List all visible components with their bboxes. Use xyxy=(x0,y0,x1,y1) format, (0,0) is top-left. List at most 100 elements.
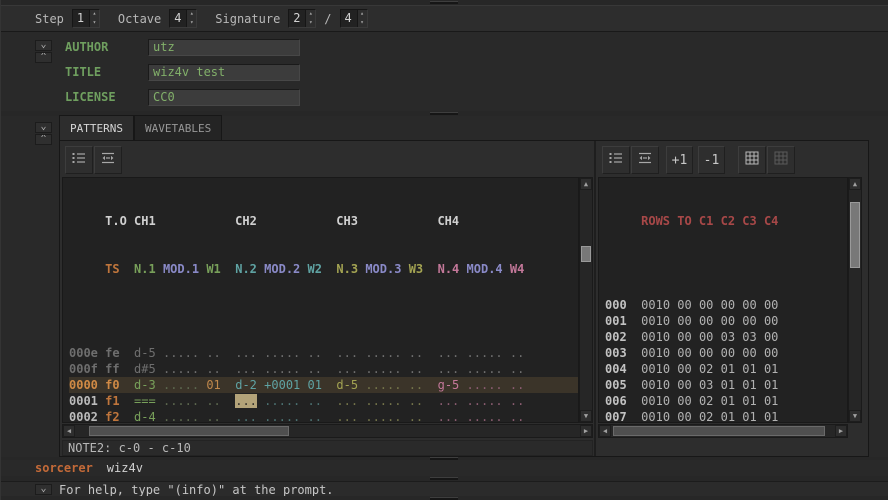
pattern-cell[interactable]: ... xyxy=(336,362,358,376)
pattern-cell[interactable]: d-3 xyxy=(134,378,156,392)
sequence-list-view-button[interactable] xyxy=(602,146,630,174)
pattern-cell[interactable]: d-2 xyxy=(235,378,257,392)
pattern-cell[interactable]: ... xyxy=(336,346,358,360)
pattern-cell[interactable]: g-5 xyxy=(438,378,460,392)
pattern-cell[interactable]: .. xyxy=(510,394,524,408)
sash-grip[interactable] xyxy=(430,477,458,480)
row-number[interactable]: 0002 xyxy=(69,410,98,422)
signature-numerator-spinbox[interactable]: 2 ▴ ▾ xyxy=(288,9,317,28)
row-number[interactable]: 0000 xyxy=(69,378,98,392)
octave-value[interactable]: 4 xyxy=(170,10,186,27)
scroll-up-icon[interactable]: ▲ xyxy=(849,178,861,190)
pattern-cell[interactable]: .. xyxy=(206,410,220,422)
pattern-vscrollbar[interactable]: ▲ ▼ xyxy=(579,177,593,423)
sequence-add-row-button[interactable]: +1 xyxy=(666,146,693,174)
tab-wavetables[interactable]: WAVETABLES xyxy=(133,115,223,141)
scrollbar-track[interactable] xyxy=(849,190,861,410)
sequence-matrix-view-disabled-button[interactable] xyxy=(767,146,795,174)
pattern-cell[interactable]: .. xyxy=(308,394,322,408)
sequence-row[interactable]: 002 0010 00 00 03 03 00 xyxy=(605,329,847,345)
octave-spinbox[interactable]: 4 ▴ ▾ xyxy=(169,9,198,28)
sash-grip[interactable] xyxy=(430,112,458,115)
pattern-cell[interactable]: .. xyxy=(510,362,524,376)
signature-denominator-spinbox[interactable]: 4 ▴ ▾ xyxy=(339,9,368,28)
signature-numerator-value[interactable]: 2 xyxy=(289,10,305,27)
sequence-row[interactable]: 006 0010 00 02 01 01 01 xyxy=(605,393,847,409)
pattern-cell[interactable]: d#5 xyxy=(134,362,156,376)
row-number[interactable]: 006 xyxy=(605,394,627,408)
pattern-cell[interactable]: .. xyxy=(409,378,423,392)
pattern-cell[interactable]: f1 xyxy=(105,394,119,408)
row-number[interactable]: 000f xyxy=(69,362,98,376)
pattern-cell[interactable]: ... xyxy=(235,394,257,408)
row-number[interactable]: 005 xyxy=(605,378,627,392)
pattern-cell[interactable]: ..... xyxy=(467,362,503,376)
pattern-row[interactable]: 0002 f2 d-4 ..... .. ... ..... .. ... ..… xyxy=(69,409,578,422)
pattern-cell[interactable]: .. xyxy=(308,410,322,422)
chevron-down-icon[interactable]: ⌄ xyxy=(35,484,52,495)
spinner-up-icon[interactable]: ▴ xyxy=(187,10,197,19)
pattern-cell[interactable]: ..... xyxy=(264,362,300,376)
pattern-cell[interactable]: d-5 xyxy=(134,346,156,360)
pattern-cell[interactable]: ... xyxy=(336,410,358,422)
sequence-matrix-view-button[interactable] xyxy=(738,146,766,174)
pattern-cell[interactable]: 01 xyxy=(308,378,322,392)
pattern-cell[interactable]: ... xyxy=(438,410,460,422)
spinner-up-icon[interactable]: ▴ xyxy=(89,10,99,19)
pattern-cell[interactable]: +0001 xyxy=(264,378,300,392)
pattern-cell[interactable]: ..... xyxy=(264,346,300,360)
pattern-cell[interactable]: ... xyxy=(235,410,257,422)
console-panel[interactable]: ⌄ For help, type "(info)" at the prompt. xyxy=(1,481,888,497)
pattern-cell[interactable]: .. xyxy=(409,410,423,422)
pattern-cell[interactable]: .. xyxy=(510,410,524,422)
pattern-cell[interactable]: ..... xyxy=(365,362,401,376)
pattern-cell[interactable]: ... xyxy=(438,346,460,360)
pattern-row[interactable]: 0000 f0 d-3 ..... 01 d-2 +0001 01 d-5 ..… xyxy=(69,377,578,393)
row-number[interactable]: 0001 xyxy=(69,394,98,408)
pattern-row[interactable]: 000e fe d-5 ..... .. ... ..... .. ... ..… xyxy=(69,345,578,361)
sash-grip[interactable] xyxy=(430,1,458,4)
scroll-right-icon[interactable]: ▶ xyxy=(580,425,592,437)
scroll-up-icon[interactable]: ▲ xyxy=(580,178,592,190)
row-number[interactable]: 004 xyxy=(605,362,627,376)
scroll-down-icon[interactable]: ▼ xyxy=(580,410,592,422)
pattern-cell[interactable]: ..... xyxy=(264,394,300,408)
sequence-cells[interactable]: 0010 00 00 00 00 00 xyxy=(641,314,778,328)
scroll-right-icon[interactable]: ▶ xyxy=(835,425,847,437)
pattern-cell[interactable]: ..... xyxy=(467,346,503,360)
pattern-cell[interactable]: ..... xyxy=(264,410,300,422)
pattern-cell[interactable]: ..... xyxy=(365,410,401,422)
pattern-row[interactable]: 0001 f1 === ..... .. ... ..... .. ... ..… xyxy=(69,393,578,409)
pattern-cell[interactable]: .. xyxy=(206,394,220,408)
chevron-up-icon[interactable]: ⌃ xyxy=(35,134,52,145)
pattern-expand-view-button[interactable] xyxy=(94,146,122,174)
row-number[interactable]: 002 xyxy=(605,330,627,344)
bottom-sash[interactable] xyxy=(1,496,888,500)
sequence-row[interactable]: 004 0010 00 02 01 01 01 xyxy=(605,361,847,377)
row-number[interactable]: 001 xyxy=(605,314,627,328)
pattern-cell[interactable]: .. xyxy=(409,362,423,376)
spinner-down-icon[interactable]: ▾ xyxy=(357,18,367,27)
scrollbar-thumb[interactable] xyxy=(581,246,591,262)
pattern-cell[interactable]: ..... xyxy=(365,346,401,360)
pattern-cell[interactable]: .. xyxy=(510,378,524,392)
step-value[interactable]: 1 xyxy=(73,10,89,27)
pattern-list-view-button[interactable] xyxy=(65,146,93,174)
sequence-cells[interactable]: 0010 00 02 01 01 01 xyxy=(641,394,778,408)
pattern-cell[interactable]: .. xyxy=(409,346,423,360)
row-number[interactable]: 007 xyxy=(605,410,627,422)
sequence-cells[interactable]: 0010 00 00 03 03 00 xyxy=(641,330,778,344)
pattern-cell[interactable]: === xyxy=(134,394,156,408)
pattern-cell[interactable]: ff xyxy=(105,362,119,376)
pane-divider[interactable] xyxy=(594,141,596,456)
sequence-row[interactable]: 005 0010 00 03 01 01 01 xyxy=(605,377,847,393)
scroll-left-icon[interactable]: ◀ xyxy=(599,425,611,437)
pattern-cell[interactable]: .. xyxy=(510,346,524,360)
pattern-cell[interactable]: ..... xyxy=(467,394,503,408)
tab-patterns[interactable]: PATTERNS xyxy=(59,115,134,141)
pattern-grid[interactable]: T.O CH1 CH2 CH3 CH4 TS N.1 MOD.1 W1 N.2 … xyxy=(62,177,579,423)
pattern-cell[interactable]: ... xyxy=(235,362,257,376)
pattern-cell[interactable]: ... xyxy=(438,394,460,408)
pattern-cell[interactable]: .. xyxy=(308,362,322,376)
pattern-cell[interactable]: .. xyxy=(206,362,220,376)
